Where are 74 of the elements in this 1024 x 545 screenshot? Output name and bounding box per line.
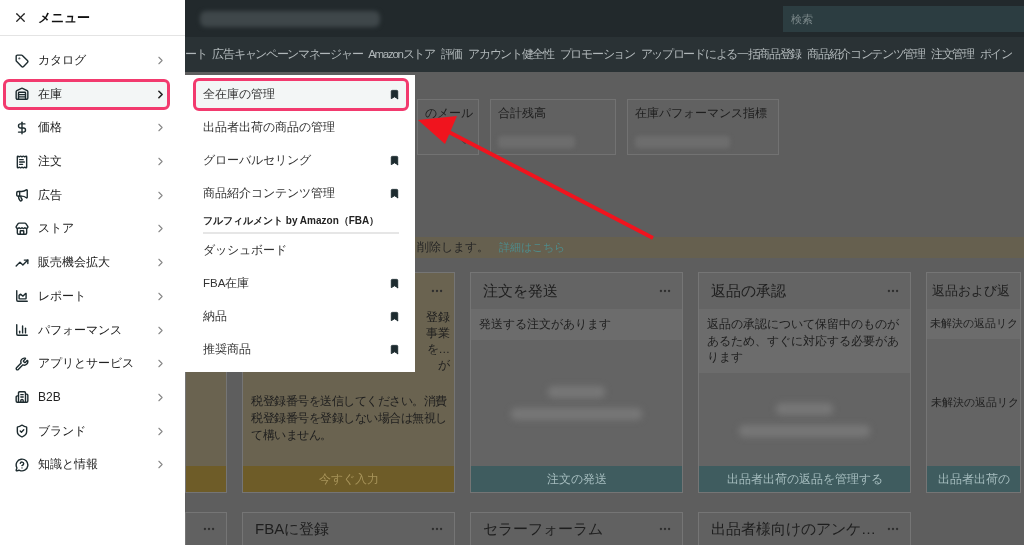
nav-link[interactable]: ート (185, 47, 207, 62)
card-text: て構いません。 (251, 428, 333, 443)
card-title: FBAに登録 (255, 519, 330, 539)
menu-item[interactable]: ストア (3, 213, 170, 245)
submenu-item[interactable]: 出品者出荷の商品の管理 (193, 111, 409, 144)
store-icon (15, 221, 29, 236)
card-title: 返品および返 (932, 282, 1010, 300)
menu-item[interactable]: 在庫 (3, 78, 170, 110)
nav-link[interactable]: 商品紹介コンテンツ管理 (807, 47, 925, 62)
nav-link[interactable]: 注文管理 (930, 47, 974, 62)
card-action-button[interactable]: 出品者出荷の返品を管理する (699, 466, 910, 492)
metric-label: のメール (425, 106, 471, 121)
close-icon[interactable] (13, 10, 28, 25)
card-text: 事業 (426, 326, 450, 341)
card-band: 返品の承認について保留中のものがあるため、すぐに対応する必要があります (699, 309, 910, 373)
card-title: セラーフォーラム (483, 519, 603, 539)
menu-item[interactable]: 価格 (3, 112, 170, 144)
wrench-icon (15, 356, 29, 371)
search-field[interactable]: 検索 (783, 5, 1024, 32)
shield-icon (15, 424, 29, 439)
card-text: を… (426, 342, 450, 357)
bookmark-icon[interactable] (389, 278, 400, 289)
menu-item[interactable]: ブランド (3, 415, 170, 447)
submenu-item[interactable]: FBA在庫 (193, 267, 409, 300)
card-title: 出品者様向けのアンケ… (711, 519, 876, 539)
menu-item[interactable]: 注文 (3, 146, 170, 178)
menu-item[interactable]: 知識と情報 (3, 449, 170, 481)
card-band: 未解決の返品リク (927, 309, 1020, 339)
card-text: 登録 (426, 310, 450, 325)
bookmark-icon[interactable] (389, 188, 400, 199)
menu-item[interactable]: 広告 (3, 179, 170, 211)
nav-link[interactable]: 評価 (440, 47, 463, 62)
menu-item[interactable]: パフォーマンス (3, 314, 170, 346)
nav-link[interactable]: アップロードによる一括商品登録 (640, 47, 802, 62)
bookmark-icon[interactable] (389, 89, 400, 100)
bookmark-icon[interactable] (389, 311, 400, 322)
bookmark-icon[interactable] (389, 155, 400, 166)
card-action-button[interactable]: 注文の発送 (471, 466, 682, 492)
card-text: 未解決の返品リク (931, 394, 1016, 410)
section-heading: フルフィルメント by Amazon（FBA） (203, 214, 399, 234)
nav-link[interactable]: 広告キャンペーンマネージャー (212, 47, 363, 62)
receipt-icon (15, 154, 29, 169)
card-text: 税登録番号を送信してください。消費 (251, 394, 448, 409)
submenu-item[interactable]: グローバルセリング (193, 144, 409, 177)
submenu-item[interactable]: 納品 (193, 300, 409, 333)
card-text: 税登録番号を登録しない場合は無視し (251, 411, 448, 427)
building-icon (15, 390, 29, 405)
menu-title: メニュー (38, 8, 90, 27)
menu-item[interactable]: B2B (3, 381, 170, 413)
menu-item[interactable]: カタログ (3, 45, 170, 76)
bookmark-icon[interactable] (389, 344, 400, 355)
megaphone-icon (15, 188, 29, 203)
submenu-item[interactable]: 商品紹介コンテンツ管理 (193, 177, 409, 210)
nav-link[interactable]: Amazonストア (368, 47, 435, 62)
card-text: が (438, 358, 450, 373)
card-action-button[interactable]: 出品者出荷の (927, 466, 1020, 492)
card-band: 発送する注文があります (471, 309, 682, 340)
help-icon (15, 457, 29, 472)
menu-item[interactable]: 販売機会拡大 (3, 247, 170, 279)
nav-link[interactable]: ポイン (979, 47, 1012, 62)
submenu-item[interactable]: ダッシュボード (193, 234, 409, 267)
submenu-item[interactable]: 全在庫の管理 (193, 78, 409, 111)
menu-item[interactable]: アプリとサービス (3, 348, 170, 380)
nav-link[interactable]: プロモーション (559, 47, 635, 62)
card-title: 注文を発送 (483, 281, 558, 301)
nav-link[interactable]: アカウント健全性 (468, 47, 554, 62)
tag-icon (15, 53, 29, 68)
warehouse-icon (15, 87, 29, 102)
dollar-icon (15, 120, 29, 135)
menu-item[interactable]: レポート (3, 280, 170, 312)
bar-chart-icon (15, 323, 29, 337)
card-title: 返品の承認 (711, 281, 786, 301)
area-chart-icon (15, 289, 29, 304)
submenu-item[interactable]: 推奨商品 (193, 333, 409, 366)
